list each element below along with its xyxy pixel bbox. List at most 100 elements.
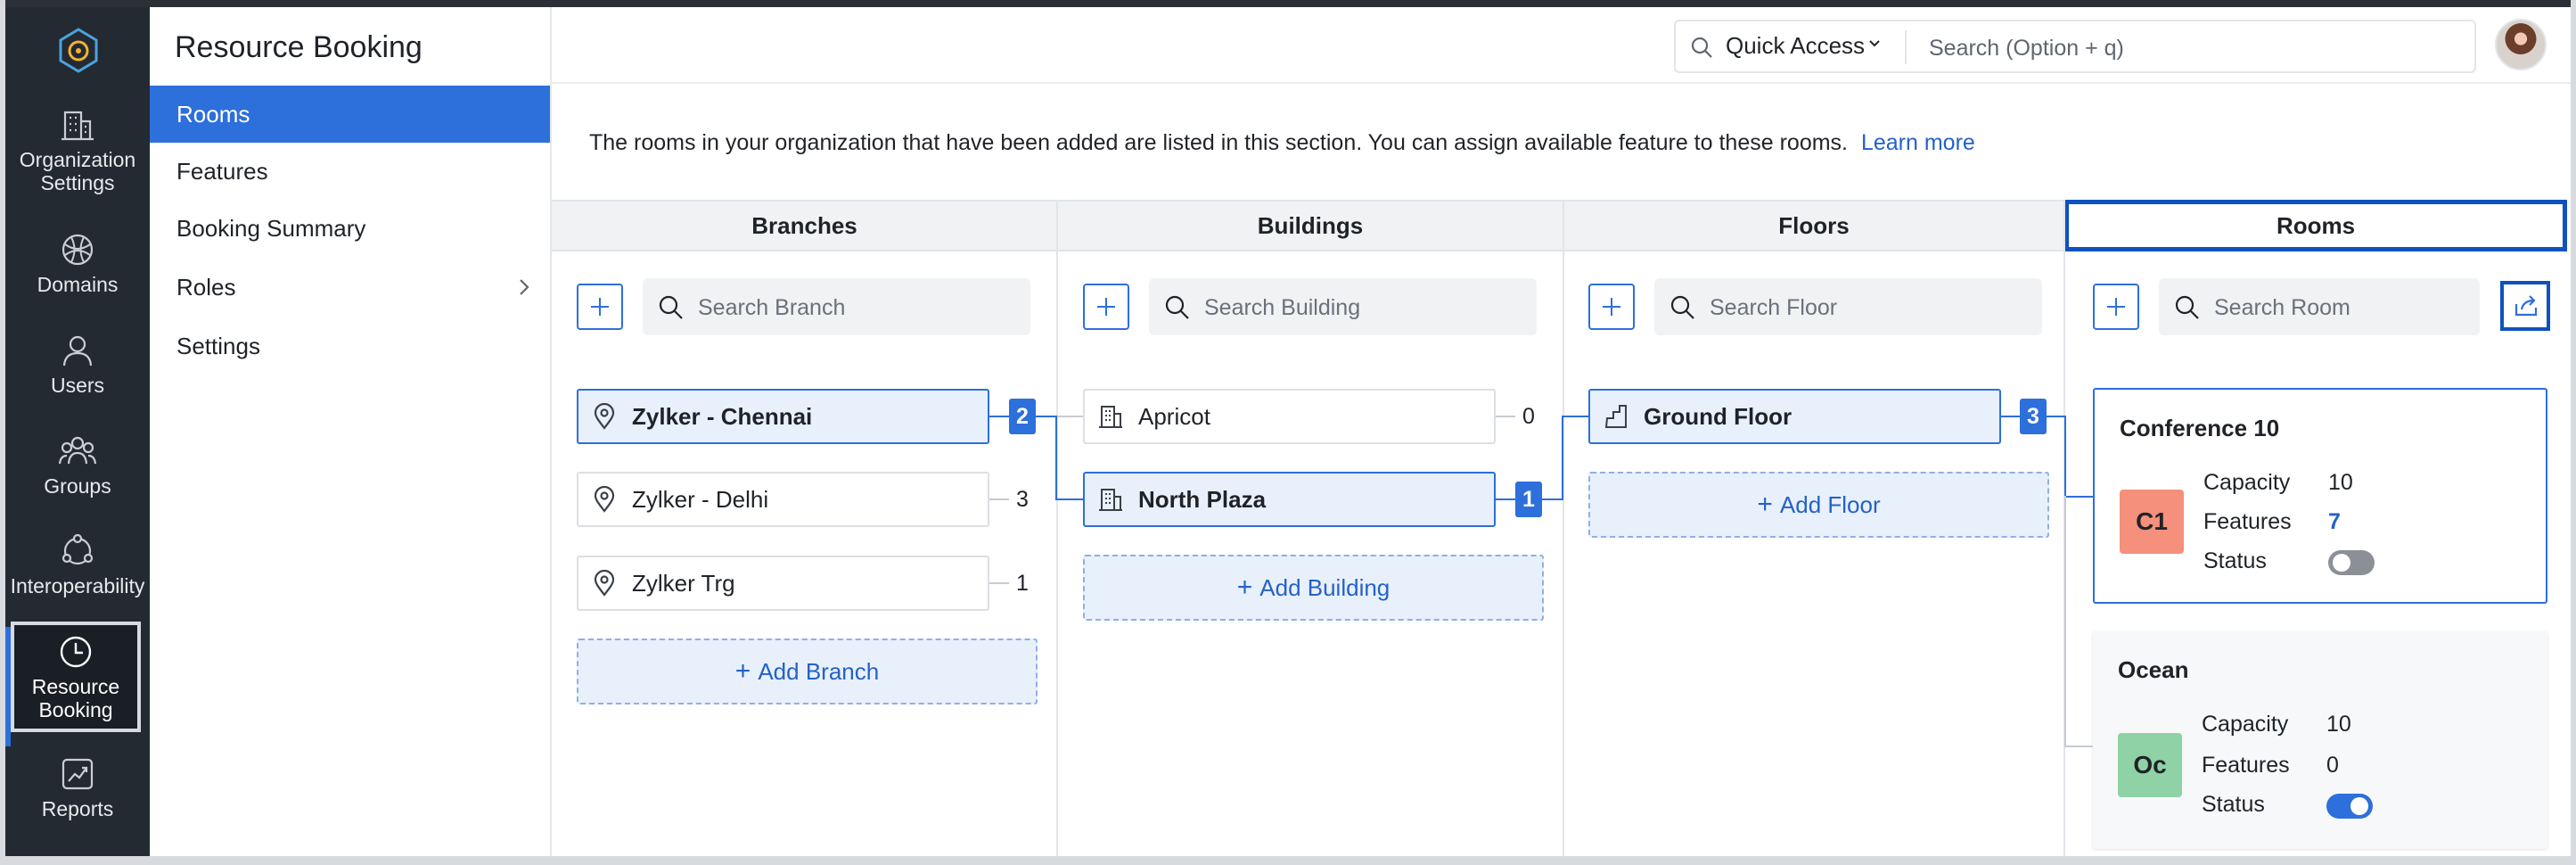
add-floor-button[interactable] (1588, 284, 1635, 330)
floor-name: Ground Floor (1644, 403, 1793, 430)
export-icon (2514, 295, 2538, 317)
building-icon (62, 111, 94, 141)
window-right-border (2571, 0, 2576, 865)
status-label: Status (2203, 548, 2267, 573)
room-avatar: C1 (2120, 490, 2184, 554)
building-item-apricot[interactable]: Apricot (1083, 389, 1496, 444)
app-rail: Organization Settings Domains Users Grou… (5, 7, 150, 856)
window-bottom-border (0, 856, 2576, 865)
connector-line (2064, 416, 2066, 498)
connector-line (1496, 498, 1515, 500)
floor-search (1654, 278, 2050, 335)
connector-line (1055, 498, 1083, 500)
room-status-toggle[interactable] (2328, 550, 2375, 575)
rail-item-reports[interactable]: Reports (5, 756, 150, 820)
subnav-item-features[interactable]: Features (150, 143, 550, 200)
connector-line (2047, 416, 2064, 417)
room-card-ocean[interactable]: Ocean Oc Capacity 10 Features 0 Status (2093, 631, 2547, 849)
building-search-input[interactable] (1202, 289, 1545, 326)
search-icon (1691, 37, 1712, 58)
capacity-label: Capacity (2202, 712, 2289, 737)
global-search-input[interactable] (1927, 30, 2448, 66)
column-divider (1056, 200, 1058, 856)
rail-item-domains[interactable]: Domains (5, 232, 150, 296)
features-count-link[interactable]: 7 (2328, 509, 2341, 535)
chevron-right-icon (520, 279, 529, 295)
column-divider (1563, 200, 1564, 856)
add-building-label: Add Building (1259, 574, 1391, 601)
groups-icon (58, 436, 97, 465)
connector-line (1057, 416, 1083, 417)
column-header-buildings: Buildings (1057, 200, 1563, 251)
export-rooms-button[interactable] (2500, 281, 2550, 331)
connector-line (2001, 416, 2020, 417)
subnav-item-booking-summary[interactable]: Booking Summary (150, 200, 550, 257)
room-search-input[interactable] (2212, 289, 2474, 326)
connector-line (989, 582, 1009, 584)
branch-item-zylker-trg[interactable]: Zylker Trg (577, 556, 989, 611)
building-item-north-plaza[interactable]: North Plaza (1083, 472, 1496, 527)
connector-line (989, 498, 1009, 500)
connector-line (1562, 416, 1563, 500)
room-name: Conference 10 (2120, 415, 2280, 441)
floor-search-input[interactable] (1708, 289, 2050, 326)
connector-line (1036, 416, 1055, 417)
subnav-item-roles[interactable]: Roles (150, 259, 550, 316)
rail-item-label: Settings (40, 171, 115, 194)
search-icon (2175, 295, 2199, 319)
room-status-toggle[interactable] (2326, 794, 2373, 819)
chevron-down-icon[interactable] (1866, 36, 1883, 52)
subnav-item-settings[interactable]: Settings (150, 317, 550, 375)
branch-search-input[interactable] (696, 289, 1038, 326)
intro-description: The rooms in your organization that have… (589, 130, 1848, 155)
app-logo-icon[interactable] (57, 27, 100, 73)
add-building-box[interactable]: + Add Building (1083, 555, 1544, 621)
connector-line (2064, 496, 2093, 498)
branch-search (643, 278, 1038, 335)
intro-text: The rooms in your organization that have… (589, 130, 1975, 156)
plus-icon: + (1236, 573, 1253, 602)
stairs-icon (1604, 405, 1627, 428)
search-icon (1670, 295, 1694, 319)
add-branch-button[interactable] (577, 284, 623, 330)
location-pin-icon (594, 570, 615, 597)
add-room-button[interactable] (2093, 284, 2139, 330)
branch-item-zylker-delhi[interactable]: Zylker - Delhi (577, 472, 989, 527)
floor-item-ground-floor[interactable]: Ground Floor (1588, 389, 2001, 444)
reports-icon (62, 758, 94, 790)
rail-item-interoperability[interactable]: Interoperability (5, 533, 150, 597)
branch-item-zylker-chennai[interactable]: Zylker - Chennai (577, 389, 989, 444)
building-count-badge: 1 (1515, 482, 1542, 517)
rail-item-organization-settings[interactable]: Organization Settings (5, 107, 150, 194)
rail-item-label: Domains (37, 273, 119, 296)
add-floor-box[interactable]: + Add Floor (1588, 472, 2049, 538)
subnav-item-rooms[interactable]: Rooms (150, 86, 550, 143)
rail-item-label: Resource (31, 675, 120, 698)
connector-line (1542, 498, 1562, 500)
rail-item-resource-booking[interactable]: Resource Booking (11, 622, 141, 732)
add-building-button[interactable] (1083, 284, 1129, 330)
interoperability-icon (62, 533, 94, 565)
status-label: Status (2202, 792, 2265, 817)
rail-item-groups[interactable]: Groups (5, 433, 150, 498)
quick-access-dropdown[interactable]: Quick Access (1726, 32, 1865, 60)
plus-icon: + (1757, 490, 1773, 519)
rail-item-users[interactable]: Users (5, 333, 150, 397)
features-label: Features (2203, 509, 2292, 534)
room-card-conference-10[interactable]: Conference 10 C1 Capacity 10 Features 7 … (2093, 388, 2547, 604)
search-icon (1165, 295, 1189, 319)
connector-line (1055, 416, 1057, 499)
user-avatar[interactable] (2495, 19, 2547, 70)
search-divider (1905, 30, 1907, 64)
rail-item-label: Groups (44, 474, 111, 498)
learn-more-link[interactable]: Learn more (1861, 130, 1975, 155)
add-branch-box[interactable]: + Add Branch (577, 638, 1038, 704)
sub-navigation: Resource Booking Rooms Features Booking … (150, 7, 552, 856)
subnav-item-label: Roles (176, 274, 236, 301)
add-floor-label: Add Floor (1779, 491, 1881, 518)
connector-line (989, 416, 1009, 417)
building-count-badge: 0 (1515, 399, 1542, 434)
rail-item-label: Interoperability (10, 574, 145, 597)
building-name: North Plaza (1138, 486, 1267, 513)
room-name: Ocean (2118, 656, 2189, 683)
